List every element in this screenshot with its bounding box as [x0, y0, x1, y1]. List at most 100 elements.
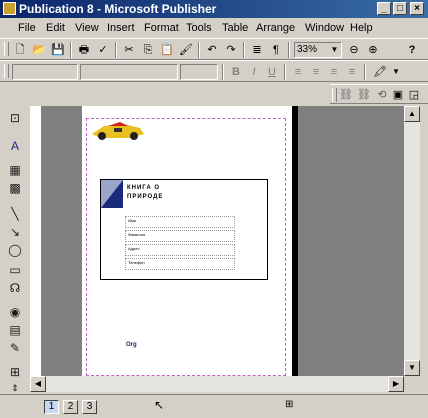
redo-icon[interactable]: ↷ — [223, 42, 239, 58]
wrap-icon[interactable]: ◲ — [406, 87, 422, 103]
menu-edit[interactable]: Edit — [46, 22, 65, 34]
menu-file[interactable]: File — [18, 22, 36, 34]
toolbar-separator — [364, 64, 366, 80]
toolbar-separator — [70, 42, 72, 58]
menu-table[interactable]: Table — [222, 22, 248, 34]
form-field-label: Телефон — [128, 260, 145, 265]
italic-icon[interactable]: I — [246, 64, 262, 80]
form-frame[interactable]: Имя Фамилия Адрес Телефон — [100, 208, 268, 280]
pilcrow-icon[interactable]: ¶ — [268, 42, 284, 58]
clip-art-tool-icon[interactable]: ▩ — [7, 180, 23, 196]
heading-line-1: КНИГА О — [127, 185, 160, 191]
picture-icon[interactable]: ▣ — [390, 87, 406, 103]
zoom-in-icon[interactable]: ⊕ — [365, 42, 381, 58]
text-box-tool-icon[interactable]: A — [7, 138, 23, 154]
page-navigator-3[interactable]: 3 — [82, 400, 97, 414]
arrow-tool-icon[interactable]: ↘ — [7, 224, 23, 240]
line-tool-icon[interactable]: ╲ — [7, 206, 23, 222]
unlink-icon[interactable]: ⛓ — [356, 87, 372, 103]
toolbar-grip[interactable] — [4, 42, 9, 56]
vertical-ruler[interactable] — [30, 106, 42, 376]
new-icon[interactable]: 🗋 — [12, 42, 28, 58]
fill-color-icon[interactable]: 🖍 — [372, 64, 388, 80]
menu-insert[interactable]: Insert — [107, 22, 135, 34]
undo-icon[interactable]: ↶ — [204, 42, 220, 58]
oval-tool-icon[interactable]: ◯ — [7, 242, 23, 258]
form-field-row[interactable]: Адрес — [125, 244, 235, 256]
align-center-icon[interactable]: ≡ — [308, 64, 324, 80]
logo-square — [101, 180, 123, 208]
title-bar[interactable]: Publication 8 - Microsoft Publisher _ □ … — [0, 0, 428, 18]
heading-frame[interactable]: КНИГА О ПРИРОДЕ — [100, 179, 268, 209]
publication-page[interactable]: КНИГА О ПРИРОДЕ Имя Фамилия Адрес Телефо… — [82, 106, 298, 376]
form-field-row[interactable]: Телефон — [125, 258, 235, 270]
help-icon[interactable]: ? — [404, 42, 420, 58]
form-field-label: Имя — [128, 218, 136, 223]
toolbar-separator — [243, 42, 245, 58]
objects-toolbar: ⊡ A ▦ ▩ ╲ ↘ ◯ ▭ ☊ ◉ ▤ ✎ ⊞ ⇕ — [0, 106, 30, 394]
close-button[interactable]: × — [410, 2, 424, 15]
chevron-down-icon[interactable]: ▼ — [329, 44, 340, 56]
toolbar-grip[interactable] — [332, 88, 337, 102]
custom-shapes-tool-icon[interactable]: ☊ — [7, 280, 23, 296]
format-painter-icon[interactable]: 🖌 — [178, 42, 194, 58]
zoom-out-icon[interactable]: ⊖ — [346, 42, 362, 58]
font-size-select[interactable] — [180, 64, 218, 80]
columns-icon[interactable]: ≣ — [249, 42, 265, 58]
race-car-picture[interactable] — [90, 118, 146, 142]
link-icon[interactable]: ⛓ — [338, 87, 354, 103]
copy-icon[interactable]: ⎘ — [140, 42, 156, 58]
toolbar-grip[interactable] — [4, 64, 9, 78]
publisher-app-icon[interactable] — [3, 2, 16, 15]
chevron-down-icon[interactable]: ▼ — [388, 64, 404, 80]
zoom-value: 33% — [297, 44, 318, 55]
pointer-tool-icon[interactable]: ⊡ — [7, 110, 23, 126]
menu-arrange[interactable]: Arrange — [256, 22, 295, 34]
align-left-icon[interactable]: ≡ — [290, 64, 306, 80]
minimize-button[interactable]: _ — [377, 2, 391, 15]
form-field-row[interactable]: Фамилия — [125, 230, 235, 242]
form-field-row[interactable]: Имя — [125, 216, 235, 228]
scroll-right-icon[interactable]: ▶ — [388, 376, 404, 392]
rectangle-tool-icon[interactable]: ▭ — [7, 262, 23, 278]
page-navigator-2[interactable]: 2 — [63, 400, 78, 414]
hot-spot-tool-icon[interactable]: ◉ — [7, 304, 23, 320]
horizontal-scrollbar[interactable]: ◀ ▶ — [30, 376, 404, 392]
justify-icon[interactable]: ≡ — [344, 64, 360, 80]
maximize-button[interactable]: □ — [393, 2, 407, 15]
vertical-scrollbar[interactable]: ▲ ▼ — [404, 106, 420, 376]
style-select[interactable] — [12, 64, 78, 80]
form-control-tool-icon[interactable]: ▤ — [7, 322, 23, 338]
align-right-icon[interactable]: ≡ — [326, 64, 342, 80]
zoom-select[interactable]: 33% ▼ — [294, 42, 342, 58]
scroll-up-icon[interactable]: ▲ — [404, 106, 420, 122]
bold-icon[interactable]: B — [228, 64, 244, 80]
print-icon[interactable]: 🖶 — [76, 42, 92, 58]
underline-icon[interactable]: U — [264, 64, 280, 80]
formatting-toolbar: B I U ≡ ≡ ≡ ≡ 🖍 ▼ — [0, 60, 428, 82]
form-field-label: Фамилия — [128, 232, 145, 237]
save-icon[interactable]: 💾 — [50, 42, 66, 58]
html-code-tool-icon[interactable]: ✎ — [7, 340, 23, 356]
menu-window[interactable]: Window — [305, 22, 344, 34]
page-navigator-1[interactable]: 1 — [44, 400, 59, 414]
scroll-down-icon[interactable]: ▼ — [404, 360, 420, 376]
toolbar-separator — [284, 64, 286, 80]
paste-icon[interactable]: 📋 — [159, 42, 175, 58]
open-icon[interactable]: 📂 — [31, 42, 47, 58]
spelling-icon[interactable]: ✓ — [95, 42, 111, 58]
object-size-icon: ⊞ — [285, 399, 294, 410]
organization-logo[interactable]: Org — [126, 342, 137, 348]
scroll-left-icon[interactable]: ◀ — [30, 376, 46, 392]
menu-view[interactable]: View — [75, 22, 99, 34]
font-select[interactable] — [80, 64, 178, 80]
cut-icon[interactable]: ✂ — [121, 42, 137, 58]
design-gallery-tool-icon[interactable]: ⊞ — [7, 364, 23, 380]
menu-help[interactable]: Help — [350, 22, 373, 34]
picture-frame-tool-icon[interactable]: ▦ — [7, 162, 23, 178]
toolbar-separator — [198, 42, 200, 58]
menu-tools[interactable]: Tools — [186, 22, 212, 34]
menu-format[interactable]: Format — [144, 22, 179, 34]
rotate-icon[interactable]: ⟲ — [374, 87, 390, 103]
workspace: КНИГА О ПРИРОДЕ Имя Фамилия Адрес Телефо… — [42, 106, 404, 376]
